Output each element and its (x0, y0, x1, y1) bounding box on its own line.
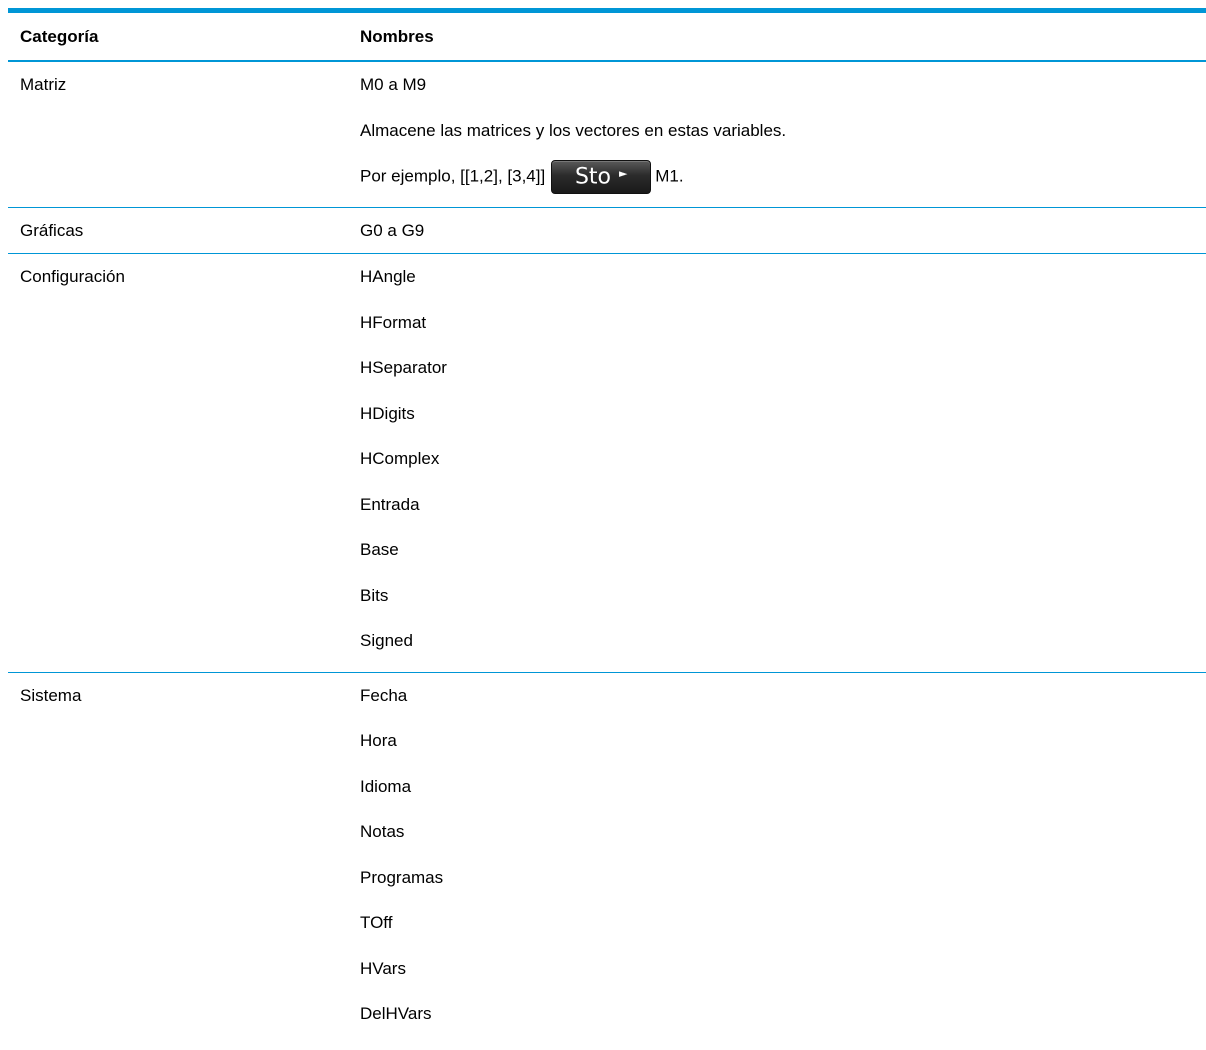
variables-table: Categoría Nombres Matriz M0 a M9 Almacen… (8, 8, 1206, 1045)
name-item: Notas (360, 822, 405, 841)
table-row-sistema: Sistema Fecha Hora Idioma Notas Programa… (8, 673, 1206, 1045)
name-item: Bits (360, 585, 389, 605)
name-item: HVars (360, 958, 406, 978)
category-cell: Gráficas (20, 220, 84, 240)
category-cell: Configuración (20, 267, 125, 286)
table-row-configuracion: Configuración HAngle HFormat HSeparator … (8, 254, 1206, 673)
name-item: Base (360, 540, 399, 559)
name-item: HFormat (360, 312, 427, 332)
name-item: HComplex (360, 449, 440, 468)
name-item: M0 a M9 (360, 75, 427, 94)
right-arrow-icon: ► (619, 167, 628, 181)
table-header: Categoría Nombres (8, 13, 1206, 62)
sto-key-button: Sto ► (551, 159, 652, 194)
table-row-graficas: Gráficas G0 a G9 (8, 208, 1206, 254)
name-item: Signed (360, 631, 413, 650)
sto-key-label: Sto (574, 164, 612, 190)
name-item: TOff (360, 913, 393, 932)
name-item: HSeparator (360, 358, 447, 377)
name-item: DelHVars (360, 1004, 432, 1023)
names-cell: Fecha Hora Idioma Notas Programas TOff H… (360, 673, 1206, 1045)
category-cell: Matriz (20, 75, 67, 94)
name-item: Entrada (360, 494, 420, 514)
name-item: Hora (360, 731, 397, 750)
description-text: Almacene las matrices y los vectores en … (360, 120, 787, 140)
name-item: HAngle (360, 267, 416, 286)
name-item: Programas (360, 867, 444, 887)
name-item: G0 a G9 (360, 220, 425, 240)
example-suffix: M1. (655, 166, 684, 186)
names-cell: HAngle HFormat HSeparator HDigits HCompl… (360, 254, 1206, 672)
header-categoria: Categoría (20, 27, 99, 46)
names-cell: G0 a G9 (360, 208, 1206, 254)
name-item: HDigits (360, 403, 415, 423)
name-item: Fecha (360, 685, 408, 705)
category-cell: Sistema (20, 685, 82, 705)
example-line: Por ejemplo, [[1,2], [3,4]] Sto ► M1. (360, 153, 1206, 199)
name-item: Idioma (360, 776, 412, 796)
table-row-matriz: Matriz M0 a M9 Almacene las matrices y l… (8, 62, 1206, 208)
names-cell: M0 a M9 Almacene las matrices y los vect… (360, 62, 1206, 207)
example-prefix: Por ejemplo, [[1,2], [3,4]] (360, 166, 546, 186)
header-nombres: Nombres (360, 27, 434, 46)
